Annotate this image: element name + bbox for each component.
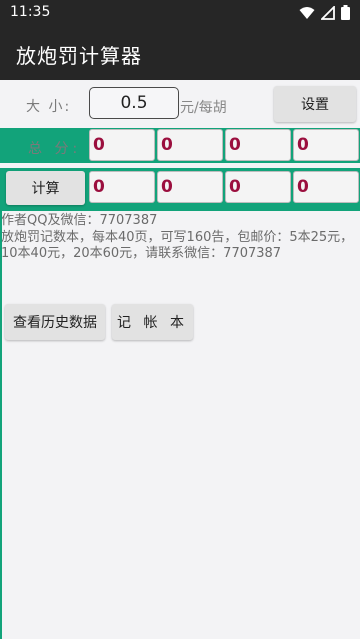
score-input-2[interactable]: 0 — [157, 171, 223, 203]
total-cell-2[interactable]: 0 — [157, 129, 223, 161]
settings-button[interactable]: 设置 — [274, 86, 356, 122]
score-input-1[interactable]: 0 — [89, 171, 155, 203]
status-bar: 11:35 — [0, 0, 360, 26]
signal-icon — [321, 5, 335, 20]
total-cell-3[interactable]: 0 — [225, 129, 291, 161]
history-button[interactable]: 查看历史数据 — [5, 304, 105, 340]
size-input[interactable]: 0.5 — [89, 87, 179, 119]
left-edge-divider — [0, 211, 2, 639]
info-text: 作者QQ及微信：7707387 放炮罚记数本，每本40页，可写160告，包邮价：… — [1, 213, 359, 263]
total-label: 总 分: — [28, 141, 82, 157]
wifi-icon — [299, 6, 315, 19]
score-input-3[interactable]: 0 — [225, 171, 291, 203]
calculate-button[interactable]: 计算 — [6, 171, 85, 205]
status-time: 11:35 — [10, 4, 51, 20]
battery-icon — [341, 5, 350, 20]
total-cell-1[interactable]: 0 — [89, 129, 155, 161]
ledger-button[interactable]: 记 帐 本 — [112, 304, 193, 340]
total-cell-4[interactable]: 0 — [293, 129, 359, 161]
product-ad: 放炮罚记数本，每本40页，可写160告，包邮价：5本25元，10本40元，20本… — [1, 229, 354, 262]
author-contact: 作者QQ及微信：7707387 — [1, 213, 158, 228]
app-bar: 放炮罚计算器 — [0, 26, 360, 80]
size-unit: 元/每胡 — [180, 100, 227, 116]
status-icons — [299, 5, 350, 20]
score-input-4[interactable]: 0 — [293, 171, 359, 203]
size-label: 大 小: — [26, 99, 72, 115]
app-title: 放炮罚计算器 — [16, 44, 142, 68]
